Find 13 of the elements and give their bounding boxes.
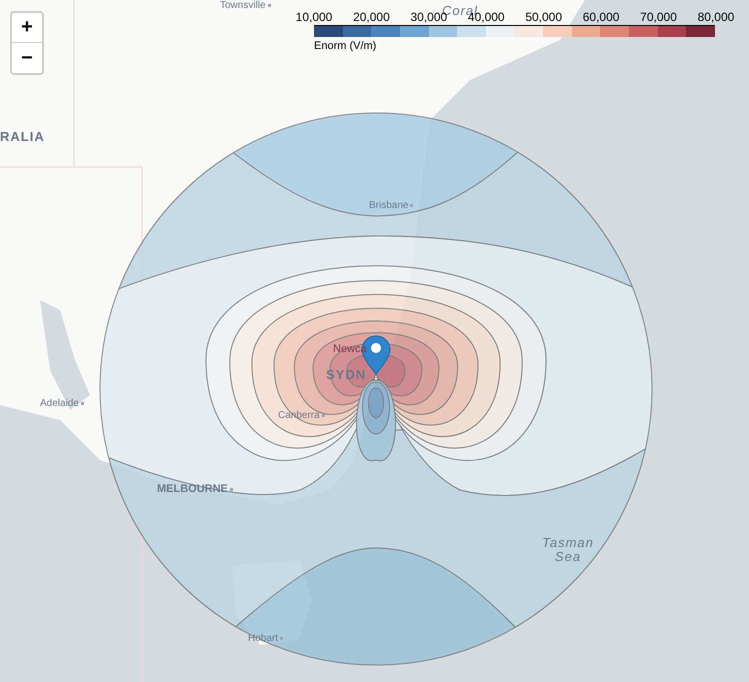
map-place-label: Brisbane bbox=[369, 200, 414, 211]
legend-tick-label: 10,000 bbox=[294, 10, 334, 24]
map-place-label: Townsville bbox=[220, 0, 271, 11]
legend-tick-label: 60,000 bbox=[582, 10, 620, 24]
legend-tick-label: 20,000 bbox=[352, 10, 391, 24]
map-place-label: Adelaide bbox=[40, 398, 84, 409]
legend-title: Enorm (V/m) bbox=[314, 39, 376, 53]
zoom-in-button[interactable]: + bbox=[12, 13, 42, 43]
legend-tick-label: 70,000 bbox=[639, 10, 678, 24]
map-place-label: RALIA bbox=[0, 130, 45, 144]
legend-tick-label: 80,000 bbox=[696, 10, 736, 24]
map-place-label: Tasman Sea bbox=[541, 536, 595, 565]
legend-tick-label: 50,000 bbox=[524, 10, 564, 24]
